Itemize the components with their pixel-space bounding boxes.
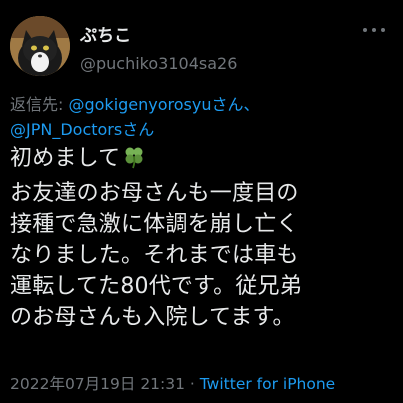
four-leaf-clover-icon <box>122 145 146 178</box>
tweet-text-line: のお母さんも入院してます。 <box>10 305 295 330</box>
tweet-text-line: なりました。それまでは車も <box>10 243 299 268</box>
user-handle[interactable]: @puchiko3104sa26 <box>80 54 237 73</box>
source-link[interactable]: Twitter for iPhone <box>200 375 335 393</box>
meta-separator: · <box>185 375 200 393</box>
tweet-text-line: 接種で急激に体調を崩し亡く <box>10 212 299 237</box>
reply-prefix: 返信先: <box>10 95 69 114</box>
reply-mention-2[interactable]: @JPN_Doctors <box>10 120 122 139</box>
tweet-header: ぷちこ @puchiko3104sa26 <box>10 12 393 76</box>
timestamp[interactable]: 2022年07月19日 21:31 <box>10 375 185 393</box>
avatar[interactable] <box>10 16 70 76</box>
tweet-text-line-0: 初めまして <box>10 146 121 171</box>
tweet-text-line: お友達のお母さんも一度目の <box>10 181 299 206</box>
tweet-meta: 2022年07月19日 21:31 · Twitter for iPhone <box>10 372 400 394</box>
reply-separator[interactable]: さん、 <box>212 95 260 114</box>
more-icon[interactable] <box>363 22 385 38</box>
reply-suffix[interactable]: さん <box>122 120 154 139</box>
display-name[interactable]: ぷちこ <box>80 21 131 46</box>
reply-mention-1[interactable]: @gokigenyorosyu <box>68 95 211 114</box>
tweet-text-line: 初めまして <box>10 143 400 178</box>
reply-context: 返信先: @gokigenyorosyuさん、 @JPN_Doctorsさん <box>10 92 395 142</box>
tweet-text: 初めまして お友達のお母さんも一度目の 接種で急激に体調を崩し亡く なりました。… <box>10 143 400 333</box>
tweet-text-line: 運転してた80代です。従兄弟 <box>10 274 302 299</box>
